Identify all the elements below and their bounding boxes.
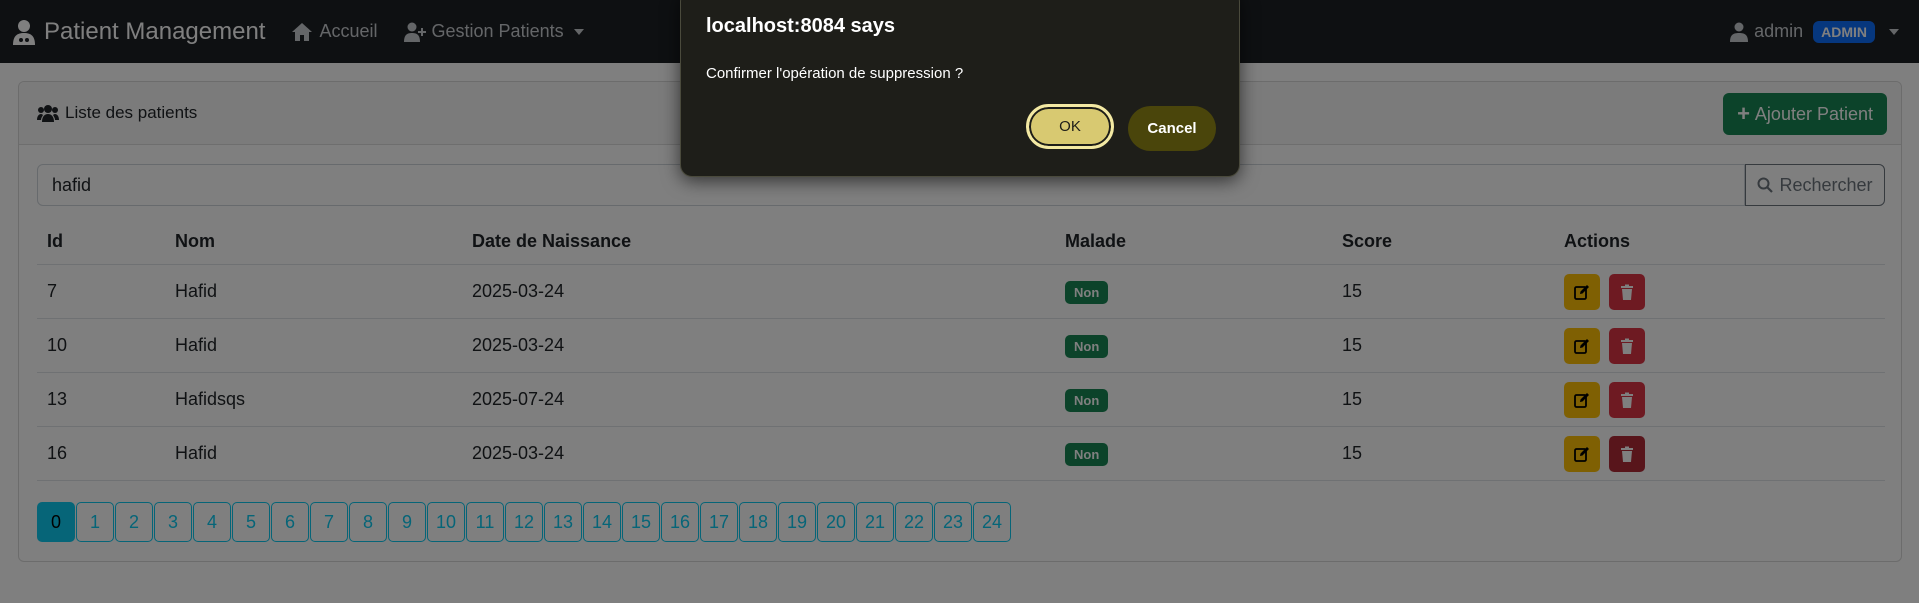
dialog-title: localhost:8084 says bbox=[706, 15, 895, 37]
cancel-button[interactable]: Cancel bbox=[1128, 106, 1216, 151]
confirm-dialog: localhost:8084 says Confirmer l'opératio… bbox=[680, 0, 1240, 177]
dialog-message: Confirmer l'opération de suppression ? bbox=[706, 65, 964, 82]
ok-button[interactable]: OK bbox=[1026, 104, 1114, 149]
